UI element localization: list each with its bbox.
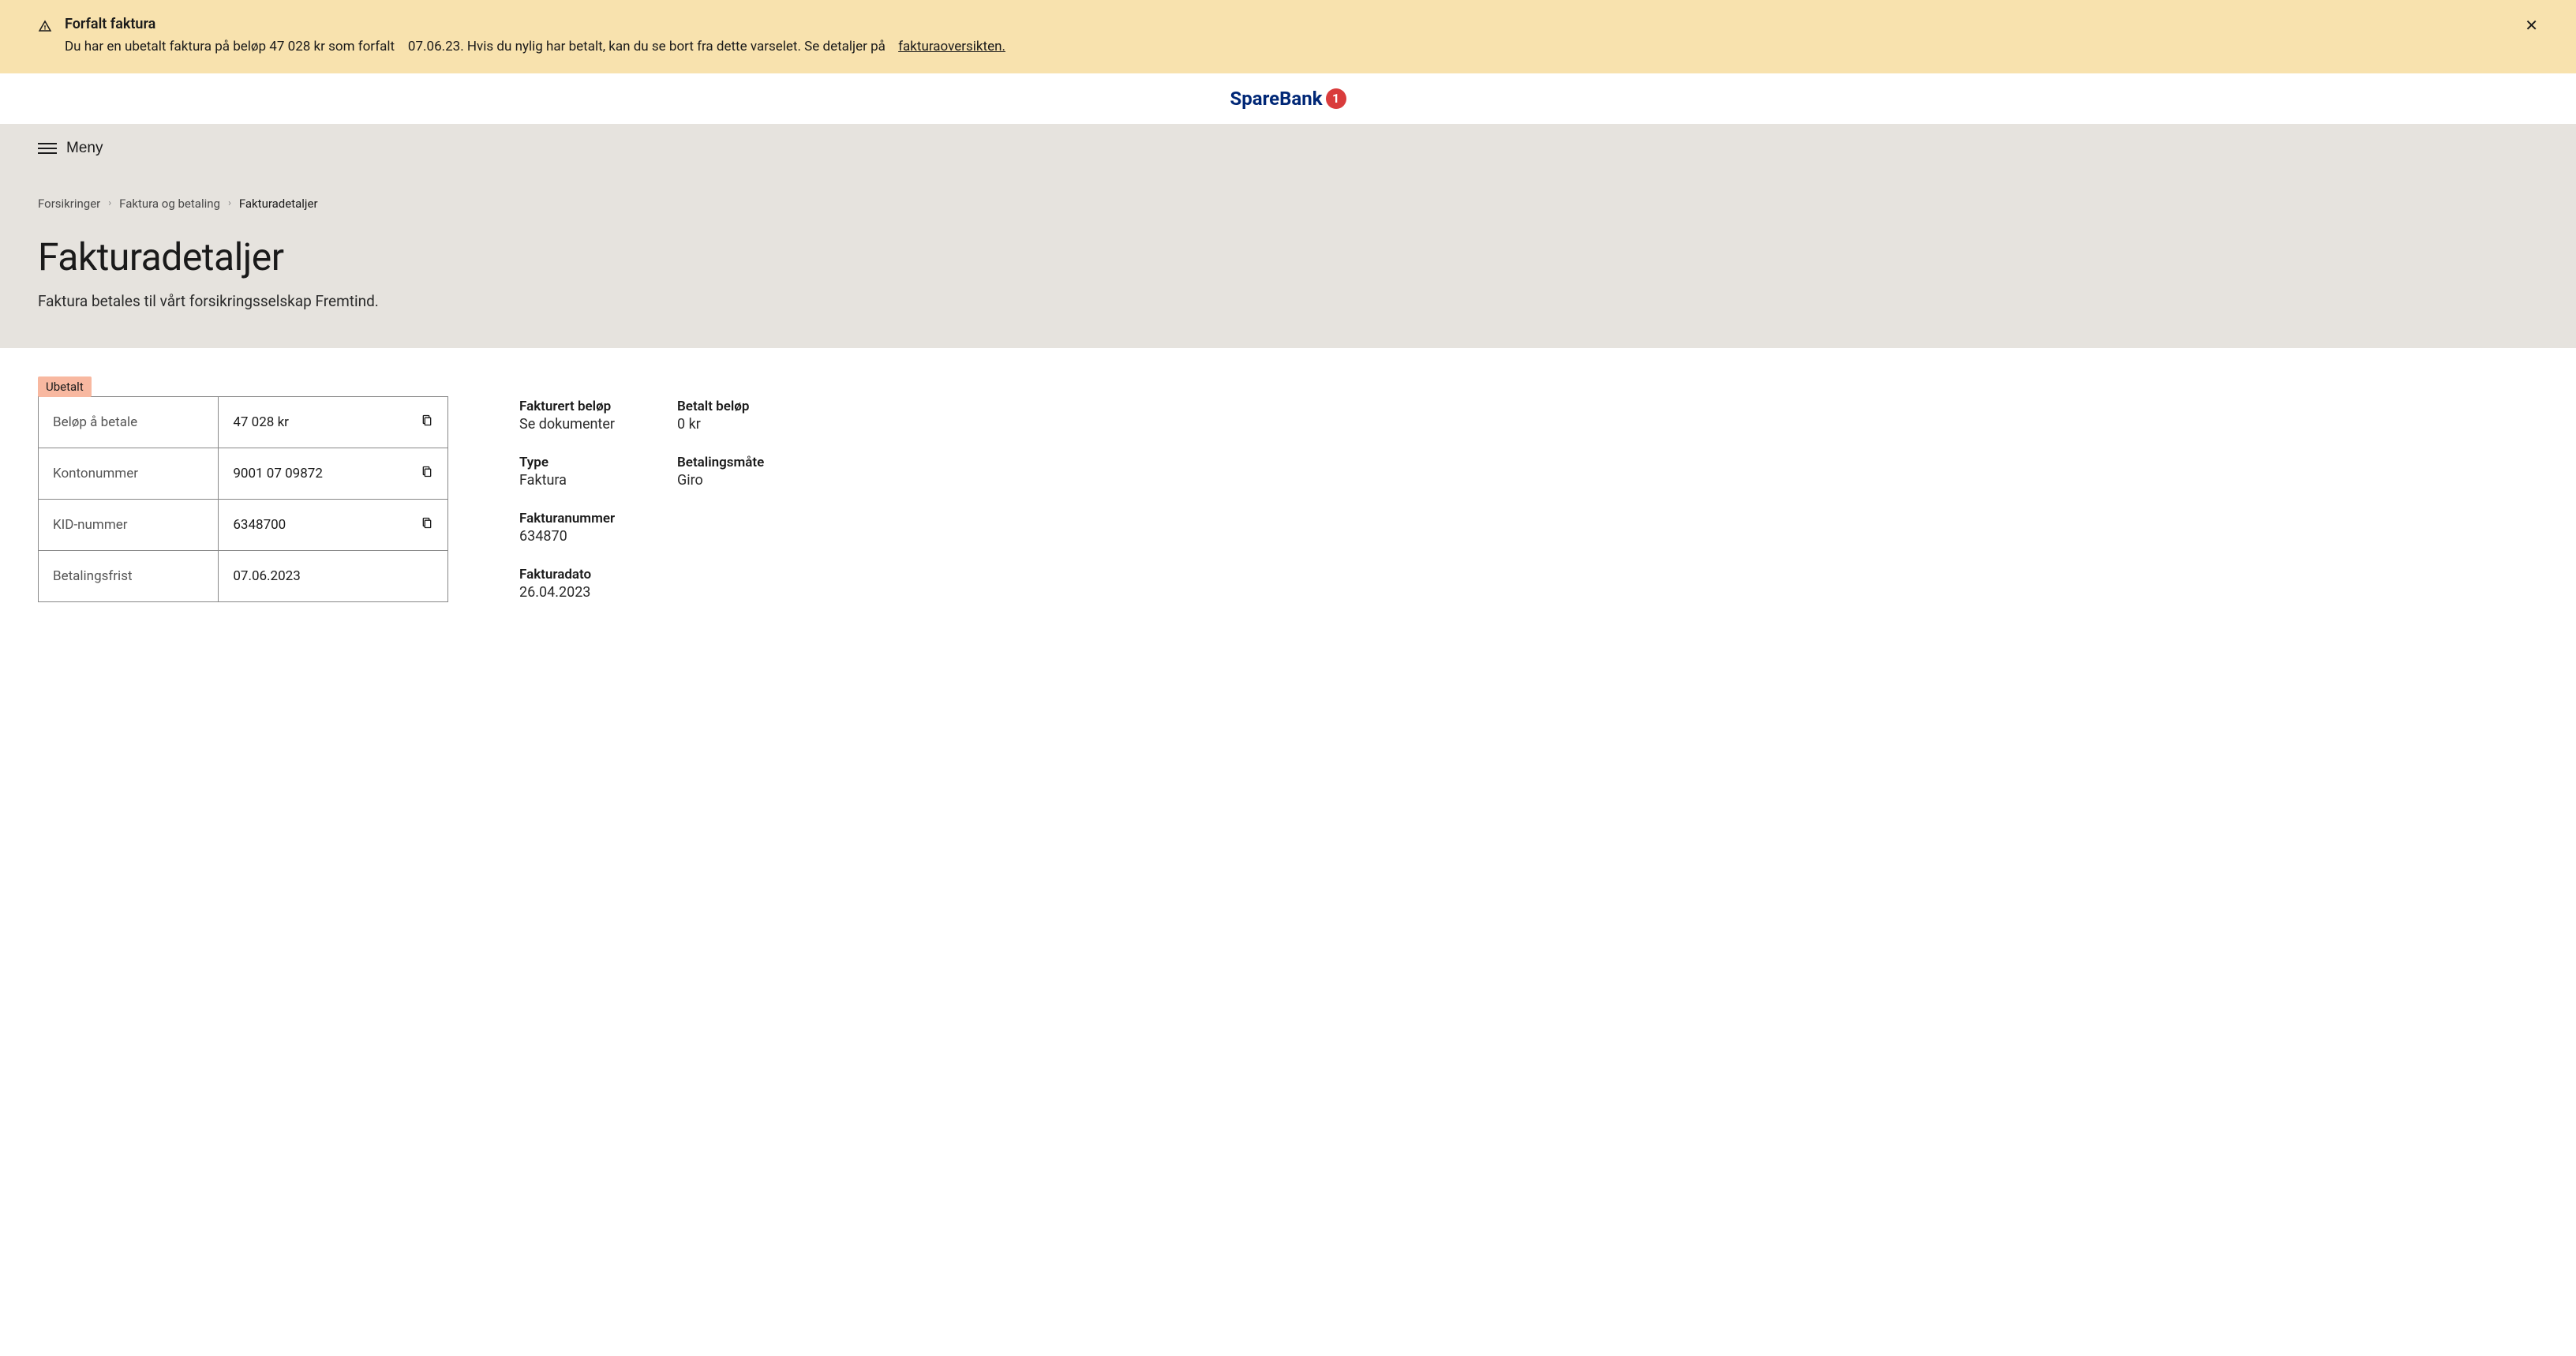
table-value: 07.06.2023 xyxy=(219,550,448,601)
info-label: Fakturanummer xyxy=(519,511,630,526)
info-label: Type xyxy=(519,455,630,470)
info-value: 26.04.2023 xyxy=(519,584,630,601)
table-label: Beløp å betale xyxy=(39,396,219,448)
logo-bar: SpareBank 1 xyxy=(0,73,2576,124)
page-subtitle: Faktura betales til vårt forsikringssels… xyxy=(38,292,2538,310)
status-badge: Ubetalt xyxy=(38,376,92,397)
info-value: 634870 xyxy=(519,528,630,545)
info-block-type: Type Faktura xyxy=(519,455,630,489)
info-block-fakturanummer: Fakturanummer 634870 xyxy=(519,511,630,545)
page-title: Fakturadetaljer xyxy=(38,234,2538,279)
alert-title: Forfalt faktura xyxy=(65,16,2538,32)
breadcrumb-item-faktura[interactable]: Faktura og betaling xyxy=(119,197,220,211)
copy-icon[interactable] xyxy=(421,515,433,534)
info-value: Se dokumenter xyxy=(519,416,630,433)
warning-icon xyxy=(38,19,52,36)
alert-text-part1: Du har en ubetalt faktura på beløp 47 02… xyxy=(65,39,395,54)
chevron-right-icon: › xyxy=(228,197,231,209)
table-row: KID-nummer 6348700 xyxy=(39,499,448,550)
table-label: Kontonummer xyxy=(39,448,219,499)
menu-button[interactable]: Meny xyxy=(38,140,103,157)
info-label: Fakturadato xyxy=(519,567,630,582)
logo[interactable]: SpareBank 1 xyxy=(1230,88,1346,110)
info-block-empty xyxy=(677,511,788,545)
menu-label: Meny xyxy=(66,140,103,157)
breadcrumb: Forsikringer › Faktura og betaling › Fak… xyxy=(38,197,2538,211)
right-column: Fakturert beløp Se dokumenter Betalt bel… xyxy=(519,376,788,602)
breadcrumb-current: Fakturadetaljer xyxy=(239,197,318,211)
logo-text: SpareBank xyxy=(1230,88,1322,110)
table-label: KID-nummer xyxy=(39,499,219,550)
details-table: Beløp å betale 47 028 kr Kontonummer 900… xyxy=(38,396,448,602)
left-column: Ubetalt Beløp å betale 47 028 kr Kontonu… xyxy=(38,376,448,602)
close-icon[interactable]: ✕ xyxy=(2525,16,2538,36)
table-value: 6348700 xyxy=(219,499,448,550)
info-label: Betalingsmåte xyxy=(677,455,788,470)
alert-text: Du har en ubetalt faktura på beløp 47 02… xyxy=(65,37,2538,58)
alert-link[interactable]: fakturaoversikten. xyxy=(898,39,1005,54)
table-row: Betalingsfrist 07.06.2023 xyxy=(39,550,448,601)
table-value: 47 028 kr xyxy=(219,396,448,448)
info-block-betalingsmate: Betalingsmåte Giro xyxy=(677,455,788,489)
alert-text-part2: 07.06.23. Hvis du nylig har betalt, kan … xyxy=(408,39,886,54)
table-row: Kontonummer 9001 07 09872 xyxy=(39,448,448,499)
info-block-fakturert: Fakturert beløp Se dokumenter xyxy=(519,399,630,433)
info-label: Fakturert beløp xyxy=(519,399,630,414)
hamburger-icon xyxy=(38,143,57,154)
info-value: 0 kr xyxy=(677,416,788,433)
copy-icon[interactable] xyxy=(421,413,433,431)
info-label: Betalt beløp xyxy=(677,399,788,414)
chevron-right-icon: › xyxy=(108,197,111,209)
logo-circle-icon: 1 xyxy=(1326,88,1346,109)
info-block-fakturadato: Fakturadato 26.04.2023 xyxy=(519,567,630,601)
info-value: Faktura xyxy=(519,472,630,489)
info-value: Giro xyxy=(677,472,788,489)
table-value: 9001 07 09872 xyxy=(219,448,448,499)
alert-content: Forfalt faktura Du har en ubetalt faktur… xyxy=(65,16,2538,58)
alert-banner: Forfalt faktura Du har en ubetalt faktur… xyxy=(0,0,2576,73)
table-label: Betalingsfrist xyxy=(39,550,219,601)
content-section: Ubetalt Beløp å betale 47 028 kr Kontonu… xyxy=(0,348,2576,631)
header-section: Forsikringer › Faktura og betaling › Fak… xyxy=(0,173,2576,348)
menu-bar: Meny xyxy=(0,124,2576,173)
breadcrumb-item-forsikringer[interactable]: Forsikringer xyxy=(38,197,100,211)
table-row: Beløp å betale 47 028 kr xyxy=(39,396,448,448)
info-block-betalt: Betalt beløp 0 kr xyxy=(677,399,788,433)
copy-icon[interactable] xyxy=(421,464,433,482)
